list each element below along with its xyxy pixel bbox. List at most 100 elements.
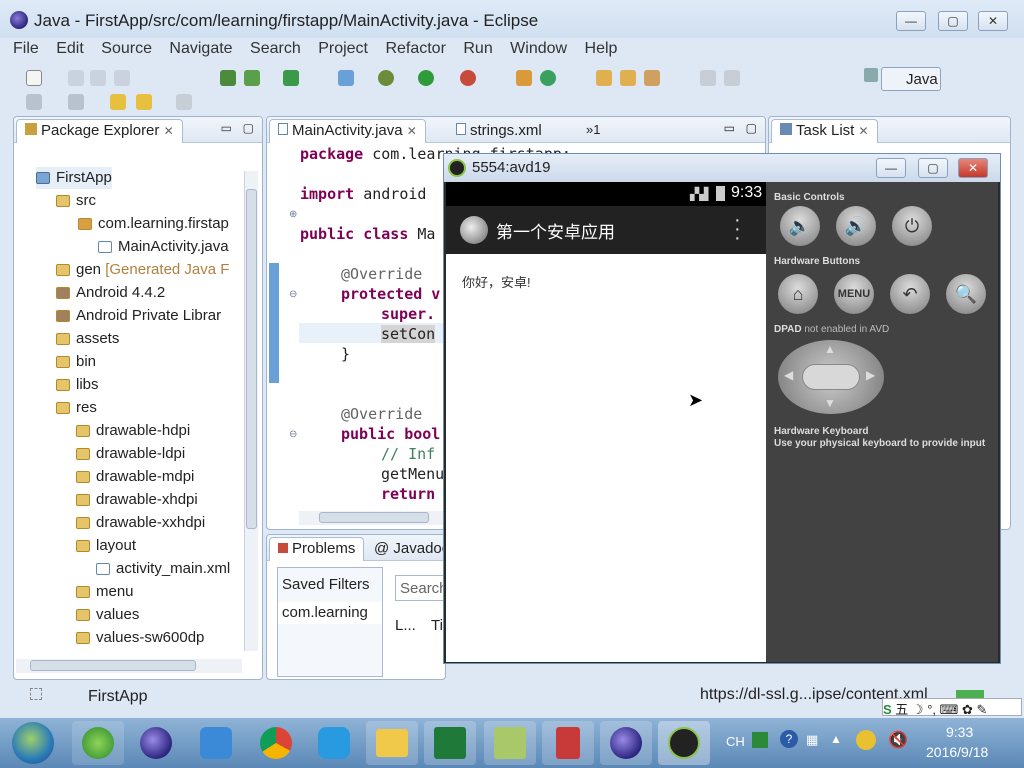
save-all-icon[interactable] — [90, 70, 106, 86]
code-line-8[interactable]: } — [341, 345, 350, 363]
scrollbar-thumb[interactable] — [246, 189, 257, 529]
tab-problems[interactable]: Problems — [269, 537, 365, 561]
tree-item-drawable-ldpi[interactable]: drawable-ldpi — [76, 443, 185, 465]
lint-icon[interactable] — [283, 70, 299, 86]
tree-item-drawable-mdpi[interactable]: drawable-mdpi — [76, 466, 194, 488]
menu-hw-button[interactable]: MENU — [834, 274, 874, 314]
excel-app[interactable] — [424, 721, 476, 765]
new-java-package-icon[interactable] — [516, 70, 532, 86]
notes-app[interactable] — [484, 721, 536, 765]
chrome-app[interactable] — [250, 721, 302, 765]
external-tools-icon[interactable] — [460, 70, 476, 86]
code-line-9[interactable]: @Override — [341, 405, 422, 423]
dpad[interactable]: ▲ ▼ ◀ ▶ — [778, 340, 884, 414]
code-line-5[interactable]: protected v — [341, 285, 440, 303]
search-tool-icon[interactable] — [644, 70, 660, 86]
network-app[interactable] — [190, 721, 242, 765]
menu-window[interactable]: Window — [510, 40, 567, 58]
android-screen[interactable]: ▞▟ 9:33 第一个安卓应用 · · · 你好，安卓! ➤ — [446, 182, 766, 662]
taskbar-date[interactable]: 2016/9/18 — [926, 744, 988, 760]
tree-item-menu[interactable]: menu — [76, 581, 134, 603]
show-hidden-icons[interactable]: ▲ — [830, 732, 842, 746]
tree-item-drawable-xhdpi[interactable]: drawable-xhdpi — [76, 489, 198, 511]
eclipse-app-1[interactable] — [130, 721, 182, 765]
dpad-left-icon[interactable]: ◀ — [784, 368, 793, 382]
search-icon[interactable]: 🔍 — [946, 274, 986, 314]
column-header-ti[interactable]: Ti — [431, 617, 443, 634]
ie-app[interactable] — [72, 721, 124, 765]
start-button[interactable] — [12, 722, 54, 764]
hscroll-thumb[interactable] — [30, 660, 196, 671]
column-header-l[interactable]: L... — [395, 617, 416, 634]
help-icon[interactable]: ? — [780, 730, 798, 748]
menu-navigate[interactable]: Navigate — [169, 40, 232, 58]
emulator-app[interactable] — [658, 721, 710, 765]
back-icon[interactable] — [136, 94, 152, 110]
volume-up-icon[interactable]: 🔊 — [836, 206, 876, 246]
maximize-view-icon[interactable]: ▢ — [243, 121, 254, 135]
ime-icon[interactable] — [752, 732, 768, 748]
tree-item-mainactivity[interactable]: MainActivity.java — [98, 236, 229, 258]
avd-manager-icon[interactable] — [244, 70, 260, 86]
open-task-icon[interactable] — [620, 70, 636, 86]
code-line-7[interactable]: setCon — [381, 325, 436, 343]
new-java-class-icon[interactable] — [540, 70, 556, 86]
cloud-app[interactable] — [308, 721, 360, 765]
menu-run[interactable]: Run — [463, 40, 492, 58]
new-icon[interactable] — [26, 70, 42, 86]
pin-icon[interactable] — [724, 70, 740, 86]
code-line-13[interactable]: return — [381, 485, 435, 503]
next-annotation-icon[interactable] — [26, 94, 42, 110]
security-icon[interactable] — [856, 730, 876, 750]
tree-item-libs[interactable]: libs — [56, 374, 99, 396]
tree-item-private-libs[interactable]: Android Private Librar — [56, 305, 221, 327]
explorer-app[interactable] — [366, 721, 418, 765]
tree-item-layout[interactable]: layout — [76, 535, 136, 557]
search-input[interactable]: Search — [395, 575, 445, 601]
dpad-right-icon[interactable]: ▶ — [866, 368, 875, 382]
code-line-3[interactable]: public class Ma — [300, 225, 435, 243]
code-line-10[interactable]: public bool — [341, 425, 440, 443]
tree-item-gen[interactable]: gen [Generated Java F — [56, 259, 229, 281]
tree-item-res[interactable]: res — [56, 397, 97, 419]
maximize-view-icon[interactable]: ▢ — [746, 121, 757, 135]
tab-strings-xml[interactable]: strings.xml — [447, 119, 551, 143]
code-line-11[interactable]: // Inf — [381, 445, 435, 463]
menu-refactor[interactable]: Refactor — [385, 40, 445, 58]
tree-item-src[interactable]: src — [56, 190, 96, 212]
tree-item-values-sw600dp[interactable]: values-sw600dp — [76, 627, 204, 649]
tab-javadoc[interactable]: @ Javadoc — [365, 537, 445, 561]
tab-mainactivity[interactable]: MainActivity.java ✕ — [269, 119, 426, 143]
close-tab-icon[interactable]: ✕ — [164, 124, 174, 138]
tree-item-package[interactable]: com.learning.firstap — [78, 213, 229, 235]
tree-item-drawable-hdpi[interactable]: drawable-hdpi — [76, 420, 190, 442]
dpad-down-icon[interactable]: ▼ — [824, 396, 836, 410]
close-tab-icon[interactable]: ✕ — [407, 124, 417, 138]
tree-item-assets[interactable]: assets — [56, 328, 119, 350]
volume-down-icon[interactable]: 🔈 — [780, 206, 820, 246]
tree-item-activity-main[interactable]: activity_main.xml — [96, 558, 230, 580]
menu-project[interactable]: Project — [318, 40, 368, 58]
open-perspective-icon[interactable] — [864, 68, 878, 82]
close-button[interactable]: ✕ — [978, 11, 1008, 31]
code-line-6[interactable]: super. — [381, 305, 435, 323]
run-icon[interactable] — [418, 70, 434, 86]
package-explorer-tab[interactable]: Package Explorer ✕ — [16, 119, 183, 143]
code-line-12[interactable]: getMenu — [381, 465, 444, 483]
new-android-project-icon[interactable] — [338, 70, 354, 86]
filter-item[interactable]: com.learning — [278, 602, 382, 624]
menu-help[interactable]: Help — [585, 40, 618, 58]
tree-item-android-442[interactable]: Android 4.4.2 — [56, 282, 165, 304]
emu-maximize-button[interactable]: ▢ — [918, 158, 948, 178]
dpad-up-icon[interactable]: ▲ — [824, 342, 836, 356]
home-icon[interactable]: ⌂ — [778, 274, 818, 314]
close-tab-icon[interactable]: ✕ — [859, 124, 869, 138]
tab-overflow[interactable]: »1 — [577, 119, 609, 143]
taskbar-clock[interactable]: 9:33 — [946, 724, 973, 740]
menu-file[interactable]: File — [13, 40, 39, 58]
dpad-center[interactable] — [802, 364, 860, 390]
fold-icon[interactable]: ⊖ — [289, 429, 297, 440]
recorder-app[interactable] — [542, 721, 594, 765]
menu-edit[interactable]: Edit — [56, 40, 84, 58]
tree-item-drawable-xxhdpi[interactable]: drawable-xxhdpi — [76, 512, 205, 534]
